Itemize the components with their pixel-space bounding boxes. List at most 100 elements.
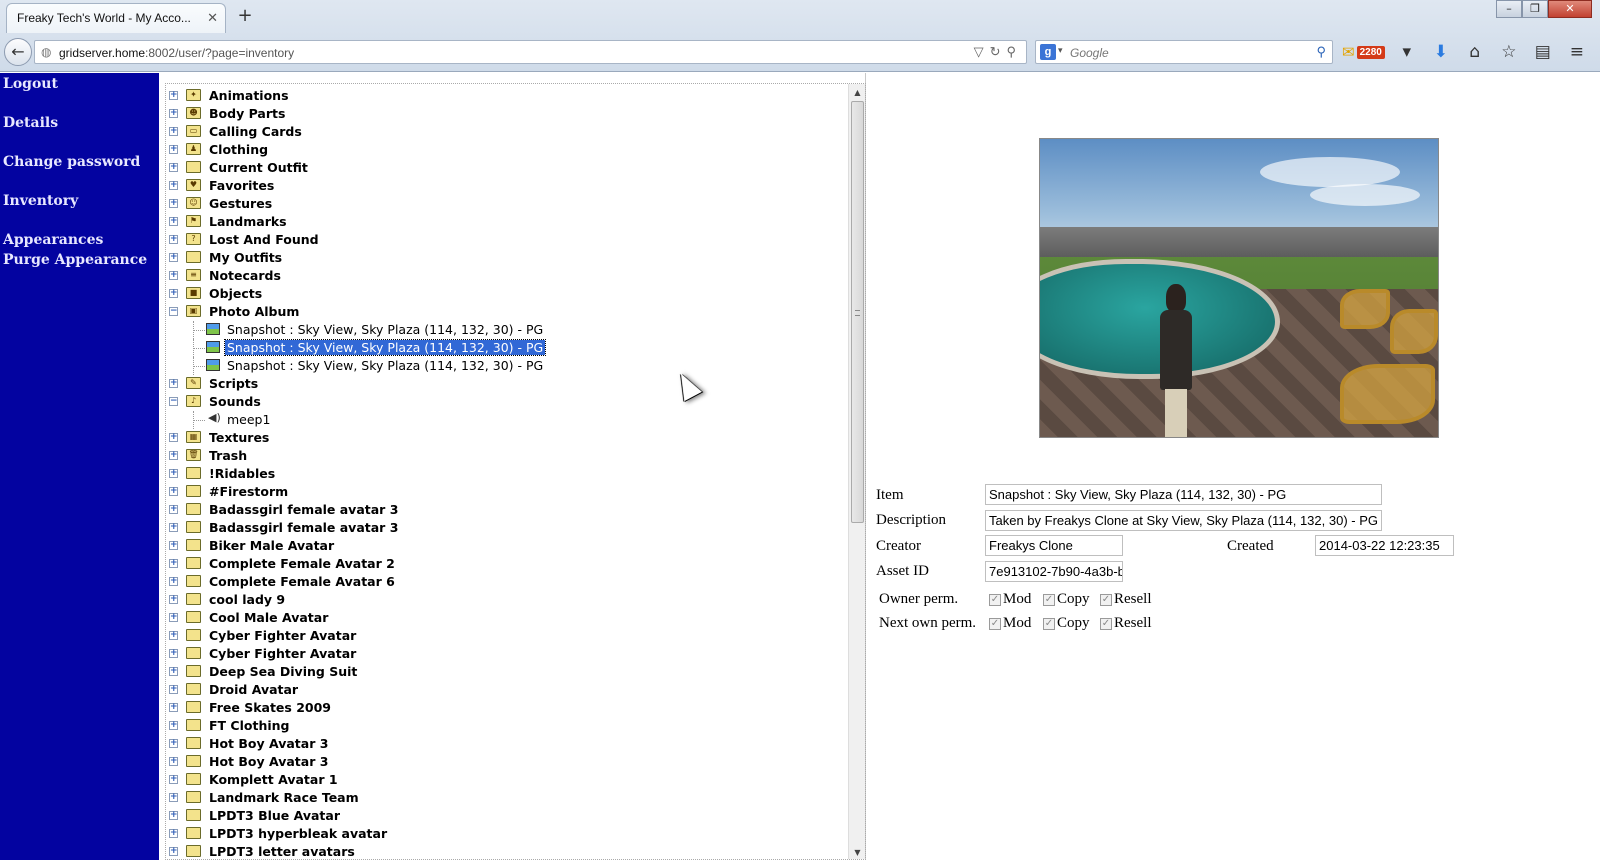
expand-icon[interactable]: + (169, 163, 178, 172)
item-label[interactable]: meep1 (225, 412, 272, 427)
url-search-icon[interactable]: ⚲ (1006, 44, 1022, 59)
expand-icon[interactable]: + (169, 739, 178, 748)
expand-icon[interactable]: + (169, 577, 178, 586)
home-icon[interactable]: ⌂ (1463, 40, 1487, 64)
tab-close-icon[interactable]: ✕ (207, 10, 218, 26)
tree-folder-row[interactable]: − ▣ Photo Album (166, 303, 849, 321)
expand-icon[interactable]: + (169, 91, 178, 100)
next-mod-checkbox[interactable]: ✓ (989, 617, 1001, 630)
menu-icon[interactable]: ≡ (1565, 40, 1589, 64)
expand-icon[interactable]: + (169, 433, 178, 442)
tree-folder-row[interactable]: + Hot Boy Avatar 3 (166, 753, 849, 771)
folder-label[interactable]: Lost And Found (209, 232, 319, 247)
next-resell-checkbox[interactable]: ✓ (1100, 617, 1112, 630)
tree-folder-row[interactable]: + Current Outfit (166, 159, 849, 177)
folder-label[interactable]: cool lady 9 (209, 592, 285, 607)
tree-item-row[interactable]: ◀) meep1 (166, 411, 849, 429)
tree-folder-row[interactable]: + ■ Objects (166, 285, 849, 303)
expand-icon[interactable]: + (169, 271, 178, 280)
mail-dropdown-icon[interactable]: ▾ (1395, 40, 1419, 64)
magnifier-icon[interactable]: ⚲ (1316, 44, 1326, 60)
expand-icon[interactable]: + (169, 649, 178, 658)
folder-label[interactable]: Free Skates 2009 (209, 700, 331, 715)
next-copy-checkbox[interactable]: ✓ (1043, 617, 1055, 630)
expand-icon[interactable]: + (169, 505, 178, 514)
owner-resell-checkbox[interactable]: ✓ (1100, 593, 1112, 606)
asset-id-field[interactable]: 7e913102-7b90-4a3b-b (985, 561, 1123, 582)
folder-label[interactable]: Objects (209, 286, 262, 301)
reading-list-icon[interactable]: ▤ (1531, 40, 1555, 64)
created-field[interactable]: 2014-03-22 12:23:35 (1315, 535, 1454, 556)
folder-label[interactable]: Deep Sea Diving Suit (209, 664, 357, 679)
tree-folder-row[interactable]: +? Lost And Found (166, 231, 849, 249)
item-label[interactable]: Snapshot : Sky View, Sky Plaza (114, 132… (223, 339, 547, 356)
folder-label[interactable]: Cyber Fighter Avatar (209, 646, 356, 661)
folder-label[interactable]: LPDT3 hyperbleak avatar (209, 826, 387, 841)
tree-folder-row[interactable]: + ⚑ Landmarks (166, 213, 849, 231)
expand-icon[interactable]: + (169, 757, 178, 766)
expand-icon[interactable]: + (169, 595, 178, 604)
tree-folder-row[interactable]: − ♪ Sounds (166, 393, 849, 411)
sidebar-item-change-password[interactable]: Change password (3, 154, 140, 170)
owner-copy-checkbox[interactable]: ✓ (1043, 593, 1055, 606)
creator-field[interactable]: Freakys Clone (985, 535, 1123, 556)
mail-notifier[interactable]: ✉ 2280 (1342, 43, 1385, 61)
tree-folder-row[interactable]: + !Ridables (166, 465, 849, 483)
restore-icon[interactable]: ❐ (1522, 0, 1548, 18)
expand-icon[interactable]: + (169, 469, 178, 478)
folder-label[interactable]: Badassgirl female avatar 3 (209, 502, 398, 517)
folder-label[interactable]: LPDT3 Blue Avatar (209, 808, 340, 823)
tree-item-row[interactable]: Snapshot : Sky View, Sky Plaza (114, 132… (166, 339, 849, 357)
folder-label[interactable]: Animations (209, 88, 289, 103)
tree-folder-row[interactable]: + FT Clothing (166, 717, 849, 735)
scroll-down-icon[interactable]: ▼ (849, 844, 865, 859)
browser-tab[interactable]: Freaky Tech's World - My Acco... ✕ (6, 3, 226, 33)
tree-folder-row[interactable]: + Landmark Race Team (166, 789, 849, 807)
tree-folder-row[interactable]: + Komplett Avatar 1 (166, 771, 849, 789)
tree-folder-row[interactable]: + ▭ Calling Cards (166, 123, 849, 141)
folder-label[interactable]: Clothing (209, 142, 268, 157)
expand-icon[interactable]: + (169, 703, 178, 712)
expand-icon[interactable]: + (169, 541, 178, 550)
engine-dropdown-icon[interactable]: ▾ (1058, 45, 1063, 56)
reload-icon[interactable]: ↻ (990, 44, 1007, 59)
owner-mod-checkbox[interactable]: ✓ (989, 593, 1001, 606)
folder-label[interactable]: Textures (209, 430, 269, 445)
tree-folder-row[interactable]: + Complete Female Avatar 2 (166, 555, 849, 573)
tree-folder-row[interactable]: + LPDT3 letter avatars (166, 843, 849, 859)
tree-folder-row[interactable]: + #Firestorm (166, 483, 849, 501)
tree-folder-row[interactable]: + Hot Boy Avatar 3 (166, 735, 849, 753)
expand-icon[interactable]: + (169, 667, 178, 676)
folder-label[interactable]: Cool Male Avatar (209, 610, 328, 625)
tree-folder-row[interactable]: + ▦ Textures (166, 429, 849, 447)
expand-icon[interactable]: + (169, 847, 178, 856)
expand-icon[interactable]: + (169, 217, 178, 226)
sidebar-item-inventory[interactable]: Inventory (3, 193, 78, 209)
folder-label[interactable]: !Ridables (209, 466, 275, 481)
tree-folder-row[interactable]: + 🗑 Trash (166, 447, 849, 465)
search-bar[interactable]: g ▾ Google ⚲ (1035, 40, 1333, 64)
download-icon[interactable]: ⬇ (1429, 40, 1453, 64)
folder-label[interactable]: Hot Boy Avatar 3 (209, 736, 328, 751)
item-label[interactable]: Snapshot : Sky View, Sky Plaza (114, 132… (225, 358, 545, 373)
folder-label[interactable]: Cyber Fighter Avatar (209, 628, 356, 643)
tree-folder-row[interactable]: + Badassgirl female avatar 3 (166, 501, 849, 519)
expand-icon[interactable]: + (169, 721, 178, 730)
expand-icon[interactable]: + (169, 523, 178, 532)
expand-icon[interactable]: + (169, 811, 178, 820)
folder-label[interactable]: Landmark Race Team (209, 790, 359, 805)
sidebar-item-details[interactable]: Details (3, 115, 58, 131)
collapse-icon[interactable]: − (169, 397, 178, 406)
tree-folder-row[interactable]: + Deep Sea Diving Suit (166, 663, 849, 681)
collapse-icon[interactable]: − (169, 307, 178, 316)
bookmark-star-icon[interactable]: ☆ (1497, 40, 1521, 64)
tree-folder-row[interactable]: + My Outfits (166, 249, 849, 267)
tree-folder-row[interactable]: + cool lady 9 (166, 591, 849, 609)
url-bar[interactable]: ◍ gridserver.home:8002/user/?page=invent… (34, 40, 1027, 64)
tree-folder-row[interactable]: + Cyber Fighter Avatar (166, 645, 849, 663)
folder-label[interactable]: #Firestorm (209, 484, 288, 499)
expand-icon[interactable]: + (169, 253, 178, 262)
expand-icon[interactable]: + (169, 127, 178, 136)
tree-folder-row[interactable]: + Biker Male Avatar (166, 537, 849, 555)
expand-icon[interactable]: + (169, 451, 178, 460)
